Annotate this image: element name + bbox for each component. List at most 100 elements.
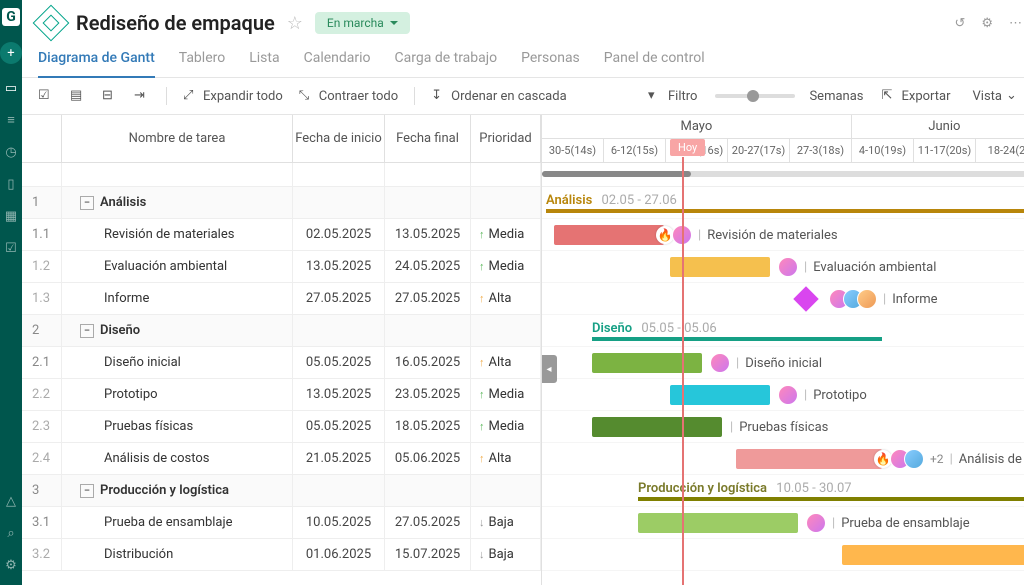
collapse-toggle-icon[interactable]: −	[80, 484, 94, 498]
task-end-date[interactable]: 16.05.2025	[385, 347, 471, 378]
gantt-week[interactable]: 27-3(18s)	[790, 139, 852, 163]
gantt-week[interactable]: 20-27(17s)	[728, 139, 790, 163]
favorite-star-icon[interactable]: ☆	[287, 13, 303, 34]
task-row[interactable]: 2.3Pruebas físicas05.05.202518.05.2025↑ …	[22, 411, 541, 443]
gantt-week[interactable]: 30-5(14s)	[542, 139, 604, 163]
task-start-date[interactable]: 13.05.2025	[293, 379, 385, 410]
gantt-task-bar[interactable]: |Diseño inicial	[592, 353, 702, 373]
column-name[interactable]: Nombre de tarea	[62, 115, 293, 162]
task-row[interactable]: 3.2Distribución01.06.202515.07.2025↓ Baj…	[22, 539, 541, 571]
gantt-task-bar[interactable]: |Prototipo	[670, 385, 770, 405]
indent-icon[interactable]: ⇥	[130, 86, 154, 106]
task-row[interactable]: 1.1Revisión de materiales02.05.202513.05…	[22, 219, 541, 251]
task-end-date[interactable]: 24.05.2025	[385, 251, 471, 282]
gantt-task-bar[interactable]: 🔥|Revisión de materiales	[554, 225, 664, 245]
task-priority[interactable]: ↑ Media	[471, 379, 541, 410]
assignee-avatars[interactable]	[778, 385, 798, 405]
hierarchy-icon[interactable]: ⊟	[98, 86, 122, 106]
gantt-task-bar[interactable]: |Pruebas físicas	[592, 417, 722, 437]
task-start-date[interactable]: 10.05.2025	[293, 507, 385, 538]
task-priority[interactable]: ↑ Alta	[471, 347, 541, 378]
export-button[interactable]: ⇱Exportar	[878, 86, 955, 106]
columns-icon[interactable]: ▤	[66, 86, 90, 106]
expand-all-button[interactable]: ⤢Expandir todo	[179, 86, 287, 106]
task-end-date[interactable]: 05.06.2025	[385, 443, 471, 474]
task-start-date[interactable]: 21.05.2025	[293, 443, 385, 474]
task-priority[interactable]: ↑ Media	[471, 219, 541, 250]
tab-personas[interactable]: Personas	[521, 42, 580, 77]
task-row[interactable]: 2.1Diseño inicial05.05.202516.05.2025↑ A…	[22, 347, 541, 379]
task-priority[interactable]: ↓ Baja	[471, 539, 541, 570]
search-nav-icon[interactable]: ⌕	[3, 525, 19, 541]
task-start-date[interactable]: 05.05.2025	[293, 347, 385, 378]
collapse-all-button[interactable]: ⤡Contraer todo	[295, 86, 402, 106]
assignee-avatars[interactable]	[806, 513, 826, 533]
task-end-date[interactable]: 15.07.2025	[385, 539, 471, 570]
tab-diagrama-de-gantt[interactable]: Diagrama de Gantt	[38, 42, 155, 78]
tasks-nav-icon[interactable]: ☑	[3, 240, 19, 256]
task-start-date[interactable]: 27.05.2025	[293, 283, 385, 314]
collapse-toggle-icon[interactable]: −	[80, 196, 94, 210]
task-row[interactable]: 3.1Prueba de ensamblaje10.05.202527.05.2…	[22, 507, 541, 539]
tab-lista[interactable]: Lista	[249, 42, 279, 77]
view-menu-button[interactable]: Vista ⌄	[969, 86, 1024, 106]
task-priority[interactable]: ↑ Media	[471, 411, 541, 442]
group-row[interactable]: 2−Diseño	[22, 315, 541, 347]
app-logo[interactable]: G	[2, 8, 20, 26]
gantt-week[interactable]: 18-24(2	[976, 139, 1024, 163]
bell-icon[interactable]: △	[3, 493, 19, 509]
task-start-date[interactable]: 13.05.2025	[293, 251, 385, 282]
task-end-date[interactable]: 13.05.2025	[385, 219, 471, 250]
tab-panel-de-control[interactable]: Panel de control	[604, 42, 705, 77]
group-row[interactable]: 1−Análisis	[22, 187, 541, 219]
zoom-slider[interactable]	[715, 94, 795, 98]
column-end[interactable]: Fecha final	[385, 115, 471, 162]
gantt-milestone[interactable]	[793, 286, 818, 311]
task-start-date[interactable]: 05.05.2025	[293, 411, 385, 442]
group-row[interactable]: 3−Producción y logística	[22, 475, 541, 507]
task-priority[interactable]: ↑ Alta	[471, 283, 541, 314]
gantt-group-bar[interactable]	[592, 337, 882, 341]
assignee-avatars[interactable]	[710, 353, 730, 373]
filter-button[interactable]: ▾Filtro	[644, 86, 701, 106]
history-icon[interactable]: ↺	[954, 16, 965, 31]
task-priority[interactable]: ↑ Media	[471, 251, 541, 282]
tab-carga-de-trabajo[interactable]: Carga de trabajo	[395, 42, 498, 77]
task-row[interactable]: 1.3Informe27.05.202527.05.2025↑ Alta	[22, 283, 541, 315]
folder-icon[interactable]: ▭	[3, 80, 19, 96]
more-icon[interactable]: ⋯	[1009, 16, 1022, 31]
column-priority[interactable]: Prioridad	[471, 115, 541, 162]
task-row[interactable]: 2.4Análisis de costos21.05.202505.06.202…	[22, 443, 541, 475]
assignee-avatars[interactable]	[890, 449, 924, 469]
grid-nav-icon[interactable]: ▦	[3, 208, 19, 224]
task-end-date[interactable]: 27.05.2025	[385, 507, 471, 538]
tab-calendario[interactable]: Calendario	[304, 42, 371, 77]
gantt-group-bar[interactable]	[546, 209, 1024, 213]
gantt-week[interactable]: 11-17(20s)	[914, 139, 976, 163]
settings-nav-icon[interactable]: ⚙	[3, 557, 19, 573]
gantt-task-bar[interactable]: |Distribución	[842, 545, 1024, 565]
collapse-table-handle[interactable]: ◂	[542, 355, 557, 383]
extra-assignees-count[interactable]: +2	[930, 452, 944, 466]
select-all-icon[interactable]: ☑	[34, 86, 58, 106]
add-icon[interactable]: +	[0, 42, 22, 64]
gantt-scrollbar-thumb[interactable]	[542, 171, 691, 177]
collapse-toggle-icon[interactable]: −	[80, 324, 94, 338]
tab-tablero[interactable]: Tablero	[179, 42, 225, 77]
task-start-date[interactable]: 01.06.2025	[293, 539, 385, 570]
doc-nav-icon[interactable]: ▯	[3, 176, 19, 192]
task-end-date[interactable]: 27.05.2025	[385, 283, 471, 314]
task-priority[interactable]: ↑ Alta	[471, 443, 541, 474]
task-start-date[interactable]: 02.05.2025	[293, 219, 385, 250]
gantt-week[interactable]: 6-12(15s)	[604, 139, 666, 163]
cascade-sort-button[interactable]: ↧Ordenar en cascada	[427, 86, 571, 106]
gantt-task-bar[interactable]: |Prueba de ensamblaje	[638, 513, 798, 533]
assignee-avatars[interactable]	[778, 257, 798, 277]
task-end-date[interactable]: 18.05.2025	[385, 411, 471, 442]
gantt-task-bar[interactable]: 🔥+2|Análisis de	[736, 449, 882, 469]
list-nav-icon[interactable]: ≡	[3, 112, 19, 128]
gear-icon[interactable]: ⚙	[981, 16, 993, 31]
task-row[interactable]: 1.2Evaluación ambiental13.05.202524.05.2…	[22, 251, 541, 283]
assignee-avatars[interactable]	[829, 289, 877, 309]
task-priority[interactable]: ↓ Baja	[471, 507, 541, 538]
